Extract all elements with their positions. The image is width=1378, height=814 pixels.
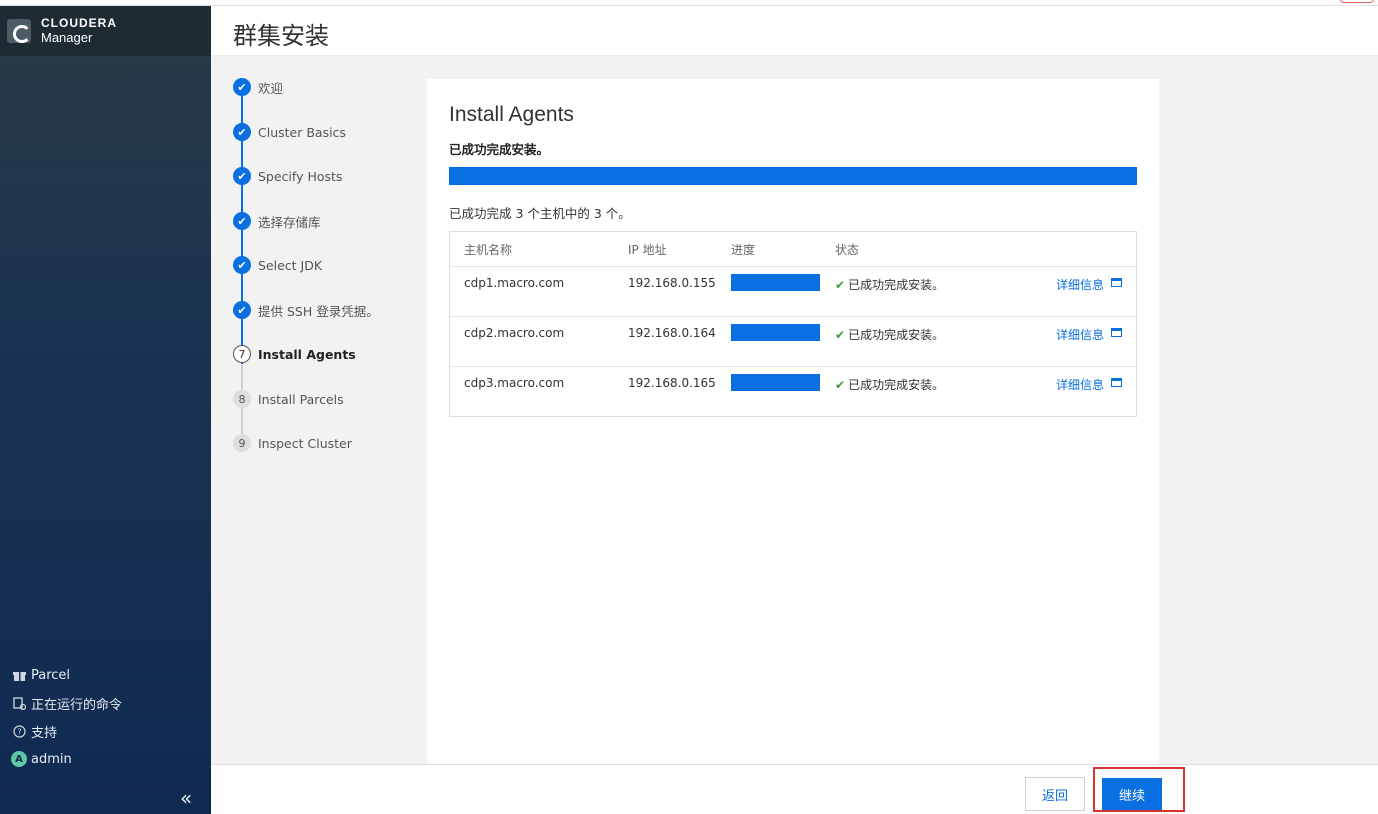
check-icon: ✔ xyxy=(835,378,846,392)
table-row: cdp2.macro.com 192.168.0.164 ✔ 已成功完成安装。 详… xyxy=(450,316,1136,366)
step-specify-hosts[interactable]: ✔ Specify Hosts xyxy=(233,166,342,186)
check-icon: ✔ xyxy=(835,278,846,292)
check-icon: ✔ xyxy=(233,78,251,96)
step-number: 7 xyxy=(233,345,251,363)
check-icon: ✔ xyxy=(233,301,251,319)
sidebar-item-label: Parcel xyxy=(31,667,71,683)
host-status: ✔ 已成功完成安装。 xyxy=(835,276,944,293)
step-label: Install Parcels xyxy=(258,391,344,407)
step-welcome[interactable]: ✔ 欢迎 xyxy=(233,77,283,97)
sidebar: CLOUDERA Manager Parcel 正在运行的命令 ? 支持 A a… xyxy=(0,6,211,814)
host-progress-bar xyxy=(731,324,820,341)
step-number: 9 xyxy=(233,434,251,452)
details-link[interactable]: 详细信息 xyxy=(1056,276,1104,293)
details-link[interactable]: 详细信息 xyxy=(1056,326,1104,343)
window-icon[interactable] xyxy=(1111,278,1122,287)
table-row: cdp3.macro.com 192.168.0.165 ✔ 已成功完成安装。 详… xyxy=(450,366,1136,416)
host-ip: 192.168.0.164 xyxy=(628,326,716,340)
step-select-jdk[interactable]: ✔ Select JDK xyxy=(233,255,322,275)
step-install-parcels: 8 Install Parcels xyxy=(233,389,344,409)
page-title: 群集安装 xyxy=(233,22,329,50)
column-header-status: 状态 xyxy=(835,243,860,257)
host-status: ✔ 已成功完成安装。 xyxy=(835,376,944,393)
sidebar-item-support[interactable]: ? 支持 xyxy=(0,717,211,745)
sidebar-bottom-nav: Parcel 正在运行的命令 ? 支持 A admin xyxy=(0,661,211,773)
step-label: Specify Hosts xyxy=(258,168,343,184)
top-corner-marker xyxy=(1340,0,1374,3)
host-progress-bar xyxy=(731,374,820,391)
continue-highlight-frame: 继续 xyxy=(1093,767,1185,812)
check-icon: ✔ xyxy=(835,328,846,342)
continue-button[interactable]: 继续 xyxy=(1102,778,1162,810)
brand-line1: CLOUDERA xyxy=(41,16,117,30)
host-status-text: 已成功完成安装。 xyxy=(848,328,945,342)
host-name: cdp1.macro.com xyxy=(464,276,565,290)
check-icon: ✔ xyxy=(233,167,251,185)
commands-icon xyxy=(11,695,27,711)
column-header-ip: IP 地址 xyxy=(628,243,667,257)
window-icon[interactable] xyxy=(1111,378,1122,387)
host-progress-bar xyxy=(731,274,820,291)
back-button[interactable]: 返回 xyxy=(1025,777,1085,811)
section-title: Install Agents xyxy=(449,103,574,126)
column-header-host: 主机名称 xyxy=(464,243,513,257)
hosts-table: 主机名称 IP 地址 进度 状态 cdp1.macro.com 192.168.… xyxy=(449,231,1137,417)
sidebar-item-label: 正在运行的命令 xyxy=(31,697,123,713)
sidebar-item-label: admin xyxy=(31,751,72,767)
details-link[interactable]: 详细信息 xyxy=(1056,376,1104,393)
install-status: 已成功完成安装。 xyxy=(449,142,550,157)
step-select-repository[interactable]: ✔ 选择存储库 xyxy=(233,211,321,231)
install-summary: 已成功完成 3 个主机中的 3 个。 xyxy=(449,206,631,221)
collapse-sidebar-icon[interactable]: « xyxy=(180,786,192,810)
host-ip: 192.168.0.165 xyxy=(628,376,716,390)
brand-text: CLOUDERA Manager xyxy=(41,16,117,46)
step-label: Select JDK xyxy=(258,257,323,273)
step-label: Cluster Basics xyxy=(258,124,346,140)
gift-icon xyxy=(11,667,27,683)
check-icon: ✔ xyxy=(233,212,251,230)
check-icon: ✔ xyxy=(233,123,251,141)
svg-text:?: ? xyxy=(17,727,21,736)
help-icon: ? xyxy=(11,723,27,739)
column-header-progress: 进度 xyxy=(731,243,756,257)
step-number: 8 xyxy=(233,390,251,408)
step-label: Install Agents xyxy=(258,346,356,362)
table-row: cdp1.macro.com 192.168.0.155 ✔ 已成功完成安装。 详… xyxy=(450,266,1136,316)
sidebar-item-label: 支持 xyxy=(31,725,58,741)
step-label: 提供 SSH 登录凭据。 xyxy=(258,303,379,319)
step-label: 选择存储库 xyxy=(258,214,321,230)
brand-line2: Manager xyxy=(41,30,93,45)
host-ip: 192.168.0.155 xyxy=(628,276,716,290)
sidebar-item-running-commands[interactable]: 正在运行的命令 xyxy=(0,689,211,717)
check-icon: ✔ xyxy=(233,256,251,274)
overall-progress-bar xyxy=(449,167,1137,185)
avatar: A xyxy=(11,751,27,767)
window-icon[interactable] xyxy=(1111,328,1122,337)
step-label: Inspect Cluster xyxy=(258,435,352,451)
host-name: cdp3.macro.com xyxy=(464,376,565,390)
sidebar-item-parcel[interactable]: Parcel xyxy=(0,661,211,689)
cloudera-logo-icon xyxy=(7,19,31,43)
host-status: ✔ 已成功完成安装。 xyxy=(835,326,944,343)
brand[interactable]: CLOUDERA Manager xyxy=(0,6,211,56)
footer-bar: 返回 继续 xyxy=(211,764,1378,814)
page-header: 群集安装 xyxy=(211,6,1378,56)
sidebar-item-user[interactable]: A admin xyxy=(0,745,211,773)
host-status-text: 已成功完成安装。 xyxy=(848,378,945,392)
step-ssh-credentials[interactable]: ✔ 提供 SSH 登录凭据。 xyxy=(233,300,379,320)
wizard-steps: ✔ 欢迎 ✔ Cluster Basics ✔ Specify Hosts ✔ … xyxy=(211,56,427,764)
step-label: 欢迎 xyxy=(258,80,284,96)
step-inspect-cluster: 9 Inspect Cluster xyxy=(233,433,352,453)
step-install-agents[interactable]: 7 Install Agents xyxy=(233,344,356,364)
host-status-text: 已成功完成安装。 xyxy=(848,278,945,292)
step-cluster-basics[interactable]: ✔ Cluster Basics xyxy=(233,122,346,142)
host-name: cdp2.macro.com xyxy=(464,326,565,340)
content-card: Install Agents 已成功完成安装。 已成功完成 3 个主机中的 3 … xyxy=(427,79,1159,764)
